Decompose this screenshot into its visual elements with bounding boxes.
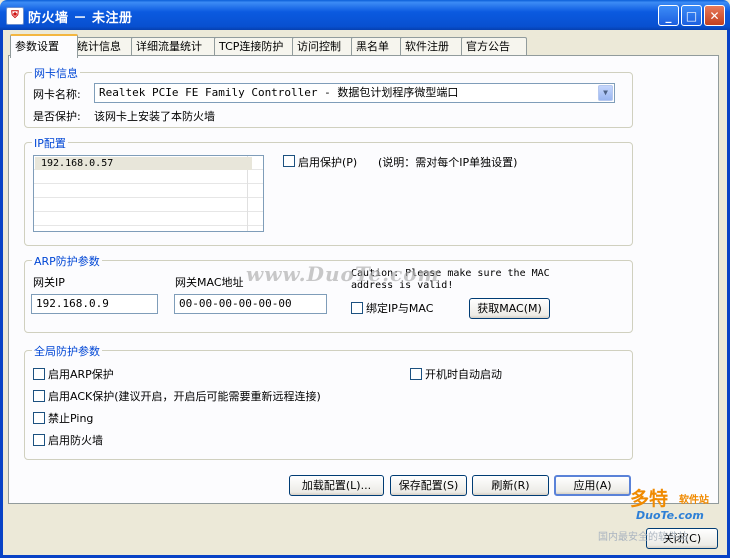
tab-access[interactable]: 访问控制 <box>292 37 356 56</box>
global-group <box>24 350 633 460</box>
autostart-checkbox[interactable] <box>410 368 422 380</box>
refresh-button[interactable]: 刷新(R) <box>472 475 549 496</box>
tab-notice[interactable]: 官方公告 <box>461 37 527 56</box>
protect-label: 是否保护: <box>33 110 81 123</box>
autostart-label: 开机时自动启动 <box>425 368 502 381</box>
tab-blacklist[interactable]: 黑名单 <box>351 37 405 56</box>
duote-logo-suffix: 软件站 <box>679 495 709 506</box>
arp-group-title: ARP防护参数 <box>32 253 102 269</box>
maximize-button[interactable]: □ <box>681 5 702 26</box>
gateway-ip-input[interactable]: 192.168.0.9 <box>31 294 158 314</box>
nic-select[interactable]: Realtek PCIe FE Family Controller - 数据包计… <box>94 83 615 103</box>
save-config-button[interactable]: 保存配置(S) <box>390 475 467 496</box>
enable-firewall-label: 启用防火墙 <box>48 434 103 447</box>
watermark-text: www.DuoTe.com <box>246 262 440 286</box>
arp-protect-checkbox[interactable] <box>33 368 45 380</box>
bind-ip-mac-label: 绑定IP与MAC <box>366 302 434 315</box>
protect-value: 该网卡上安装了本防火墙 <box>94 110 215 123</box>
get-mac-button[interactable]: 获取MAC(M) <box>469 298 550 319</box>
duote-logo-domain: DuoTe.com <box>636 509 704 522</box>
ip-list-item[interactable]: 192.168.0.57 <box>35 157 252 170</box>
ack-protect-label: 启用ACK保护(建议开启，开启后可能需要重新远程连接) <box>48 390 321 403</box>
apply-button[interactable]: 应用(A) <box>554 475 631 496</box>
nic-select-value: Realtek PCIe FE Family Controller - 数据包计… <box>99 86 459 99</box>
close-window-button[interactable]: ✕ <box>704 5 725 26</box>
nic-group-title: 网卡信息 <box>32 65 80 81</box>
enable-protect-label: 启用保护(P) <box>298 156 358 169</box>
gateway-mac-label: 网关MAC地址 <box>175 276 244 289</box>
app-shield-icon[interactable]: ⛨ <box>6 7 24 25</box>
tab-register[interactable]: 软件注册 <box>400 37 466 56</box>
ip-group-title: IP配置 <box>32 135 68 151</box>
duote-logo: 多特 <box>630 488 669 510</box>
gateway-ip-label: 网关IP <box>33 276 65 289</box>
ack-protect-checkbox[interactable] <box>33 390 45 402</box>
tab-stats[interactable]: 统计信息 <box>72 37 136 56</box>
enable-firewall-checkbox[interactable] <box>33 434 45 446</box>
bind-ip-mac-checkbox[interactable] <box>351 302 363 314</box>
ban-ping-checkbox[interactable] <box>33 412 45 424</box>
tab-tcp[interactable]: TCP连接防护 <box>214 37 296 56</box>
ip-list[interactable]: 192.168.0.57 <box>33 155 264 232</box>
ip-note: (说明：需对每个IP单独设置) <box>378 156 518 169</box>
chevron-down-icon[interactable]: ▼ <box>598 85 613 101</box>
global-group-title: 全局防护参数 <box>32 343 102 359</box>
arp-protect-label: 启用ARP保护 <box>48 368 114 381</box>
minimize-button[interactable]: _ <box>658 5 679 26</box>
window-title: 防火墙 － 未注册 <box>28 11 133 26</box>
enable-protect-checkbox[interactable] <box>283 155 295 167</box>
duote-logo-slogan: 国内最安全的软件站 <box>598 532 688 543</box>
nic-name-label: 网卡名称: <box>33 88 81 101</box>
tab-params[interactable]: 参数设置 <box>10 34 78 58</box>
load-config-button[interactable]: 加载配置(L)... <box>289 475 384 496</box>
ban-ping-label: 禁止Ping <box>48 412 94 425</box>
gateway-mac-input[interactable]: 00-00-00-00-00-00 <box>174 294 327 314</box>
tab-traffic[interactable]: 详细流量统计 <box>131 37 219 56</box>
